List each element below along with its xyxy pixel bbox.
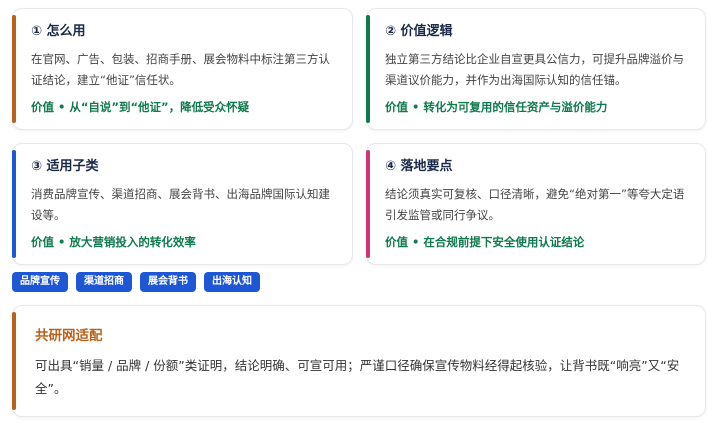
card-value: 价值 • 放大营销投入的转化效率 [31,235,196,249]
tag-overseas-recognition[interactable]: 出海认知 [204,272,260,292]
card-how-to-use: ① 怎么用 在官网、广告、包装、招商手册、展会物料中标注第三方认证结论，建立“他… [12,8,353,130]
card-body: 结论须真实可复核、口径清晰，避免“绝对第一”等夸大定语引发监管或同行争议。 [385,187,685,222]
card-value: 价值 • 转化为可复用的信任资产与溢价能力 [385,100,608,114]
card-title: ② 价值逻辑 [385,24,453,39]
card-title: ③ 适用子类 [31,159,99,174]
card-body: 在官网、广告、包装、招商手册、展会物料中标注第三方认证结论，建立“他证”信任状。 [31,52,330,87]
tag-exhibition-endorsement[interactable]: 展会背书 [140,272,196,292]
card-body: 独立第三方结论比企业自宣更具公信力，可提升品牌溢价与渠道议价能力，并作为出海国际… [385,52,684,87]
card-applicable-categories: ③ 适用子类 消费品牌宣传、渠道招商、展会背书、出海品牌国际认知建设等。 价值 … [12,143,353,265]
card-value: 价值 • 从“自说”到“他证”，降低受众怀疑 [31,100,250,114]
card-body: 消费品牌宣传、渠道招商、展会背书、出海品牌国际认知建设等。 [31,187,330,222]
tag-row: 品牌宣传 渠道招商 展会背书 出海认知 [12,272,260,292]
card-title: ④ 落地要点 [385,159,453,174]
tag-channel-recruitment[interactable]: 渠道招商 [76,272,132,292]
fit-body: 可出具“销量 / 品牌 / 份额”类证明，结论明确、可宣可用；严谨口径确保宣传物… [35,358,680,396]
card-title: ① 怎么用 [31,24,86,39]
fit-panel: 共研网适配 可出具“销量 / 品牌 / 份额”类证明，结论明确、可宣可用；严谨口… [12,305,706,417]
card-value-logic: ② 价值逻辑 独立第三方结论比企业自宣更具公信力，可提升品牌溢价与渠道议价能力，… [366,8,706,130]
tag-brand-promotion[interactable]: 品牌宣传 [12,272,68,292]
fit-title: 共研网适配 [35,328,103,344]
card-value: 价值 • 在合规前提下安全使用认证结论 [385,235,585,249]
card-key-points: ④ 落地要点 结论须真实可复核、口径清晰，避免“绝对第一”等夸大定语引发监管或同… [366,143,706,265]
